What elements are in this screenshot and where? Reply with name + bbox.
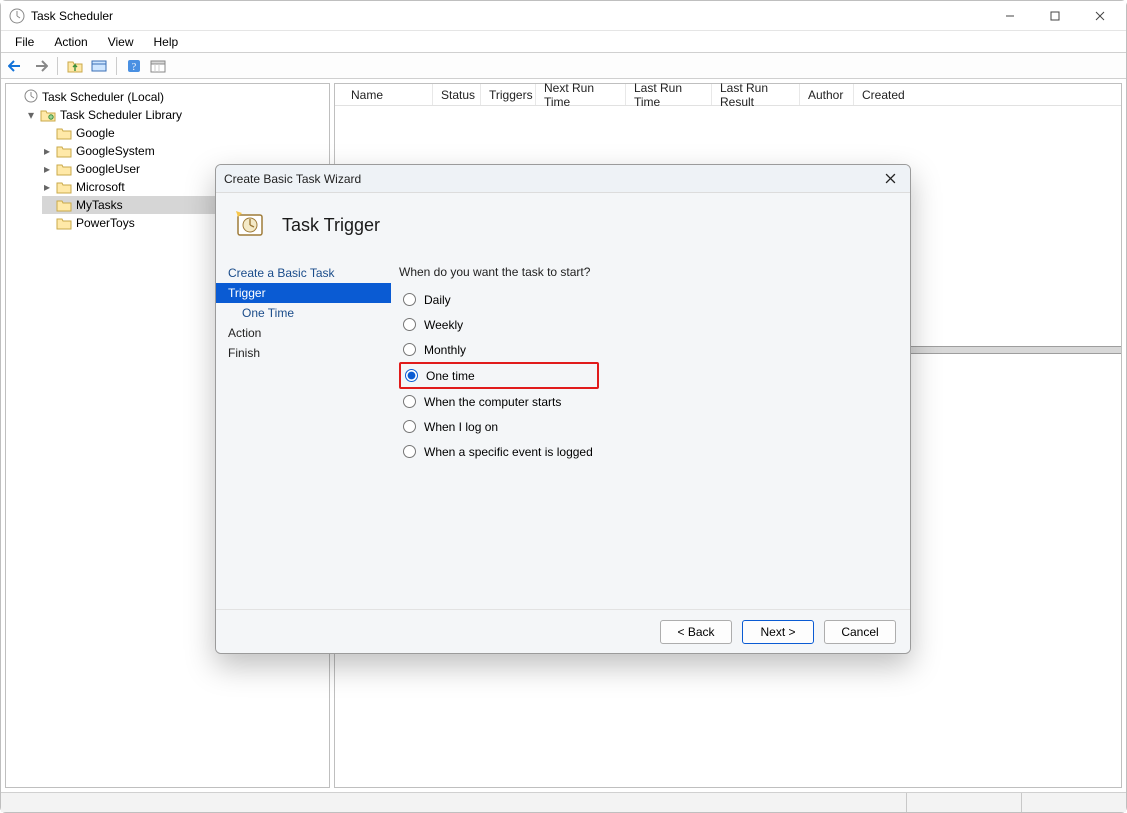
col-author[interactable]: Author	[800, 84, 854, 105]
tree-root[interactable]: Task Scheduler (Local)	[10, 88, 327, 106]
menu-view[interactable]: View	[100, 33, 142, 51]
dialog-close-button[interactable]	[878, 167, 902, 191]
option-log-on[interactable]: When I log on	[399, 414, 894, 439]
wizard-buttons: < Back Next > Cancel	[216, 609, 910, 653]
chevron-right-icon[interactable]: ▸	[42, 182, 52, 192]
radio-weekly[interactable]	[403, 318, 416, 331]
radio-event-logged[interactable]	[403, 445, 416, 458]
wizard-content: When do you want the task to start? Dail…	[391, 257, 910, 609]
tree-item-label: Google	[76, 126, 115, 140]
task-list-header: Name Status Triggers Next Run Time Last …	[335, 84, 1121, 106]
toolbar-help-icon[interactable]: ?	[123, 55, 145, 77]
menu-file[interactable]: File	[7, 33, 42, 51]
tree-root-label: Task Scheduler (Local)	[42, 90, 164, 104]
tree-item-googlesystem[interactable]: ▸ GoogleSystem	[42, 142, 327, 160]
chevron-right-icon[interactable]: ▸	[42, 146, 52, 156]
option-event-logged[interactable]: When a specific event is logged	[399, 439, 894, 464]
tree-item-label: GoogleUser	[76, 162, 140, 176]
chevron-down-icon[interactable]: ▾	[26, 110, 36, 120]
create-basic-task-wizard: Create Basic Task Wizard Task Trigger Cr…	[215, 164, 911, 654]
folder-icon	[56, 216, 72, 230]
dialog-heading: Task Trigger	[282, 215, 380, 236]
tree-library-label: Task Scheduler Library	[60, 108, 182, 122]
back-button[interactable]: < Back	[660, 620, 732, 644]
step-create-basic-task[interactable]: Create a Basic Task	[216, 263, 391, 283]
toolbar-view-icon[interactable]	[88, 55, 110, 77]
folder-icon	[56, 126, 72, 140]
radio-daily[interactable]	[403, 293, 416, 306]
tree-item-label: Microsoft	[76, 180, 125, 194]
col-status[interactable]: Status	[433, 84, 481, 105]
app-icon	[9, 8, 25, 24]
menu-help[interactable]: Help	[146, 33, 187, 51]
wizard-icon	[232, 207, 268, 243]
window-title: Task Scheduler	[31, 9, 113, 23]
close-button[interactable]	[1077, 1, 1122, 30]
step-one-time[interactable]: One Time	[216, 303, 391, 323]
tree-item-label: PowerToys	[76, 216, 135, 230]
tree-item-label: GoogleSystem	[76, 144, 155, 158]
col-created[interactable]: Created	[854, 84, 914, 105]
tree-item-label: MyTasks	[76, 198, 123, 212]
step-finish[interactable]: Finish	[216, 343, 391, 363]
col-nextrun[interactable]: Next Run Time	[536, 84, 626, 105]
cancel-button[interactable]: Cancel	[824, 620, 896, 644]
nav-back-button[interactable]	[5, 55, 27, 77]
folder-icon	[56, 180, 72, 194]
svg-text:?: ?	[132, 62, 137, 73]
col-lastrun[interactable]: Last Run Time	[626, 84, 712, 105]
option-computer-starts[interactable]: When the computer starts	[399, 389, 894, 414]
toolbar: ?	[1, 53, 1126, 79]
option-weekly[interactable]: Weekly	[399, 312, 894, 337]
chevron-right-icon[interactable]: ▸	[42, 164, 52, 174]
tree-item-google[interactable]: Google	[42, 124, 327, 142]
step-action[interactable]: Action	[216, 323, 391, 343]
menu-action[interactable]: Action	[46, 33, 95, 51]
option-one-time[interactable]: One time	[399, 362, 599, 389]
statusbar	[1, 792, 1126, 812]
dialog-title: Create Basic Task Wizard	[224, 172, 361, 186]
maximize-button[interactable]	[1032, 1, 1077, 30]
folder-icon	[56, 162, 72, 176]
radio-monthly[interactable]	[403, 343, 416, 356]
menubar: File Action View Help	[1, 31, 1126, 53]
option-daily[interactable]: Daily	[399, 287, 894, 312]
step-trigger[interactable]: Trigger	[216, 283, 391, 303]
radio-one-time[interactable]	[405, 369, 418, 382]
clock-icon	[24, 89, 38, 106]
col-triggers[interactable]: Triggers	[481, 84, 536, 105]
toolbar-calendar-icon[interactable]	[147, 55, 169, 77]
nav-forward-button[interactable]	[29, 55, 51, 77]
folder-icon	[56, 144, 72, 158]
library-icon	[40, 108, 56, 122]
next-button[interactable]: Next >	[742, 620, 814, 644]
option-monthly[interactable]: Monthly	[399, 337, 894, 362]
dialog-titlebar: Create Basic Task Wizard	[216, 165, 910, 193]
minimize-button[interactable]	[987, 1, 1032, 30]
toolbar-folder-up-icon[interactable]	[64, 55, 86, 77]
radio-computer-starts[interactable]	[403, 395, 416, 408]
titlebar: Task Scheduler	[1, 1, 1126, 31]
folder-icon	[56, 198, 72, 212]
trigger-prompt: When do you want the task to start?	[399, 265, 894, 279]
col-name[interactable]: Name	[343, 84, 433, 105]
tree-library[interactable]: ▾ Task Scheduler Library	[26, 106, 327, 124]
wizard-steps: Create a Basic Task Trigger One Time Act…	[216, 257, 391, 609]
dialog-header: Task Trigger	[216, 193, 910, 257]
col-lastresult[interactable]: Last Run Result	[712, 84, 800, 105]
radio-log-on[interactable]	[403, 420, 416, 433]
